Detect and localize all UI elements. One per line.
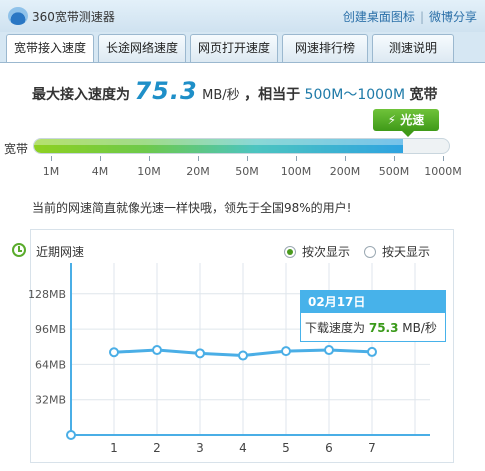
y-tick-label: 64MB xyxy=(35,358,66,371)
speed-history-chart: 32MB 64MB 96MB 128MB 1 2 3 4 5 6 7 xyxy=(28,263,430,455)
x-tick-label: 3 xyxy=(196,441,204,455)
data-point xyxy=(238,350,248,361)
title-bar: 360宽带测速器 创建桌面图标 | 微博分享 xyxy=(0,0,485,32)
x-tick-label: 4 xyxy=(239,441,247,455)
data-point xyxy=(109,347,119,358)
y-tick-label: 32MB xyxy=(35,394,66,407)
tooltip-label: 下载速度为 xyxy=(305,321,366,335)
app-logo-icon xyxy=(8,7,28,25)
tooltip-date: 02月17日 xyxy=(301,291,445,313)
weibo-share-link[interactable]: 微博分享 xyxy=(429,10,477,24)
tab-webpage-speed[interactable]: 网页打开速度 xyxy=(190,34,278,62)
tooltip-unit: MB/秒 xyxy=(402,321,437,335)
y-tick-label: 96MB xyxy=(35,323,66,336)
speed-tooltip: 02月17日 下载速度为 75.3 MB/秒 xyxy=(300,290,446,342)
app-title: 360宽带测速器 xyxy=(32,10,115,24)
y-tick-label: 128MB xyxy=(28,288,66,301)
main-panel: 最大接入速度为 75.3 MB/秒 ，相当于 500M～1000M 宽带 ⚡ 光… xyxy=(0,62,485,471)
link-separator: | xyxy=(419,10,424,24)
x-tick-label: 5 xyxy=(282,441,290,455)
x-tick-label: 6 xyxy=(325,441,333,455)
data-point xyxy=(281,346,291,357)
x-tick-label: 7 xyxy=(368,441,376,455)
tooltip-value: 75.3 xyxy=(368,321,399,335)
data-point xyxy=(195,348,205,359)
tab-test-description[interactable]: 测速说明 xyxy=(372,34,454,62)
tab-speed-ranking[interactable]: 网速排行榜 xyxy=(282,34,368,62)
tab-access-speed[interactable]: 宽带接入速度 xyxy=(6,34,94,63)
tab-long-distance-speed[interactable]: 长途网络速度 xyxy=(98,34,186,62)
title-links: 创建桌面图标 | 微博分享 xyxy=(343,8,477,25)
tooltip-body: 下载速度为 75.3 MB/秒 xyxy=(301,313,445,336)
data-point xyxy=(152,345,162,356)
create-desktop-icon-link[interactable]: 创建桌面图标 xyxy=(343,10,415,24)
x-tick-label: 2 xyxy=(153,441,161,455)
x-tick-label: 1 xyxy=(110,441,118,455)
data-point xyxy=(324,345,334,356)
data-point xyxy=(66,430,76,440)
data-point xyxy=(367,346,377,357)
